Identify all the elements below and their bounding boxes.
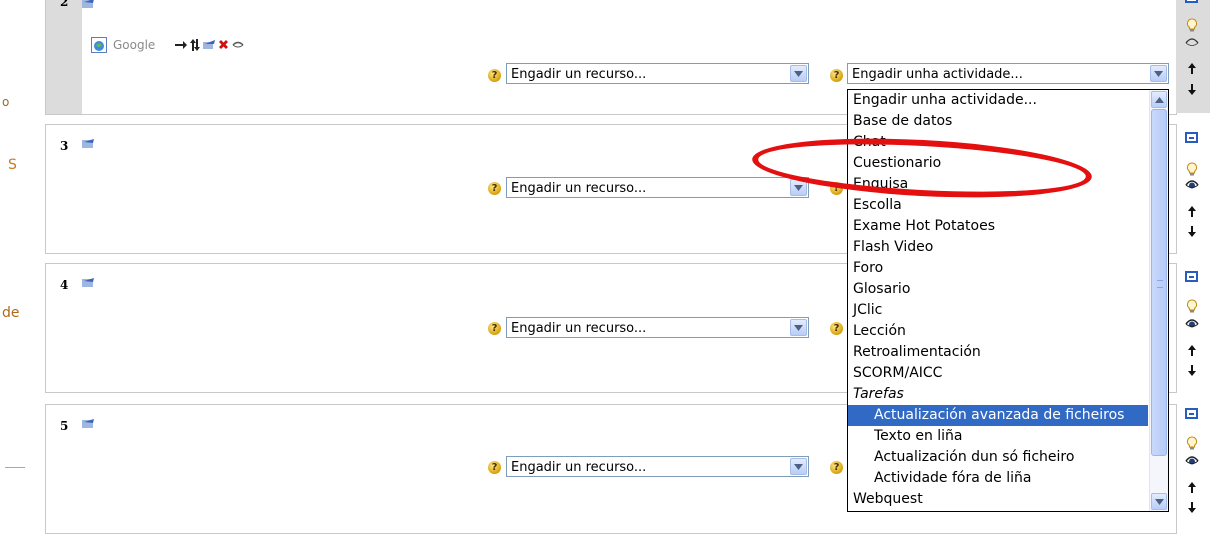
help-icon[interactable]: ?	[830, 322, 843, 335]
activity-option[interactable]: Texto en liña	[848, 426, 1148, 447]
section-number: 3	[60, 139, 69, 153]
collapse-icon[interactable]	[1185, 271, 1198, 282]
move-down-icon[interactable]	[1187, 365, 1197, 376]
edit-icon[interactable]	[82, 419, 95, 429]
section-number: 4	[60, 278, 69, 292]
activity-option[interactable]: Base de datos	[848, 111, 1148, 132]
google-resource[interactable]: Google	[91, 37, 244, 53]
eye-icon[interactable]	[1185, 454, 1199, 466]
scroll-down-button[interactable]	[1151, 493, 1167, 510]
activity-option[interactable]: SCORM/AICC	[848, 363, 1148, 384]
add-activity-select[interactable]: Engadir unha actividade...	[847, 63, 1169, 84]
help-icon[interactable]: ?	[488, 69, 501, 82]
add-activity-select-value: Engadir unha actividade...	[852, 67, 1023, 82]
activity-option[interactable]: Exame Hot Potatoes	[848, 216, 1148, 237]
highlight-icon[interactable]	[1186, 436, 1198, 450]
hide-icon[interactable]	[1185, 36, 1199, 48]
scroll-up-button[interactable]	[1151, 91, 1167, 108]
google-resource-label[interactable]: Google	[113, 38, 155, 52]
move-right-icon[interactable]	[175, 40, 188, 50]
activity-option[interactable]: Actividade fóra de liña	[848, 468, 1148, 489]
left-fragment: o	[2, 95, 10, 109]
highlight-icon[interactable]	[1186, 162, 1198, 176]
chevron-down-icon[interactable]	[790, 319, 807, 336]
web-page-icon	[91, 37, 107, 53]
grip-icon	[1157, 280, 1163, 288]
help-icon[interactable]: ?	[830, 461, 843, 474]
section-number: 2	[60, 0, 69, 9]
help-icon[interactable]: ?	[488, 182, 501, 195]
add-resource-select-value: Engadir un recurso...	[511, 460, 647, 475]
left-fragment: S	[8, 157, 17, 173]
dropdown-scrollbar[interactable]	[1149, 90, 1168, 511]
activity-option[interactable]: Foro	[848, 258, 1148, 279]
highlight-icon[interactable]	[1186, 18, 1198, 32]
section-number: 5	[60, 419, 69, 433]
help-icon[interactable]: ?	[830, 69, 843, 82]
chevron-down-icon[interactable]	[1150, 65, 1167, 82]
move-down-icon[interactable]	[1187, 84, 1197, 95]
section-controls-4	[1176, 263, 1210, 391]
edit-icon[interactable]	[203, 40, 216, 50]
add-resource-select-value: Engadir un recurso...	[511, 321, 647, 336]
activity-option[interactable]: Retroalimentación	[848, 342, 1148, 363]
hide-icon[interactable]	[232, 41, 244, 49]
edit-icon[interactable]	[82, 139, 95, 149]
edit-icon[interactable]	[82, 0, 95, 9]
collapse-icon[interactable]	[1185, 132, 1198, 143]
activity-option[interactable]: Lección	[848, 321, 1148, 342]
move-up-icon[interactable]	[1187, 206, 1197, 217]
move-down-icon[interactable]	[1187, 226, 1197, 237]
chevron-down-icon[interactable]	[790, 458, 807, 475]
collapse-icon[interactable]	[1185, 0, 1198, 3]
move-down-icon[interactable]	[1187, 502, 1197, 513]
move-up-icon[interactable]	[1187, 345, 1197, 356]
left-fragment: de	[2, 305, 20, 321]
activity-option[interactable]: Engadir unha actividade...	[848, 90, 1148, 111]
left-divider	[5, 467, 25, 468]
help-icon[interactable]: ?	[488, 461, 501, 474]
add-resource-select-value: Engadir un recurso...	[511, 181, 647, 196]
chevron-down-icon[interactable]	[790, 65, 807, 82]
activity-option[interactable]: Escolla	[848, 195, 1148, 216]
section-controls-5	[1176, 404, 1210, 524]
add-resource-select[interactable]: Engadir un recurso...	[506, 63, 809, 84]
option-group-label: Tarefas	[853, 386, 904, 402]
eye-icon[interactable]	[1185, 317, 1199, 329]
add-resource-select[interactable]: Engadir un recurso...	[506, 177, 809, 198]
move-icon[interactable]	[190, 39, 201, 51]
activity-option[interactable]: Flash Video	[848, 237, 1148, 258]
section-controls-2	[1176, 0, 1210, 113]
move-up-icon[interactable]	[1187, 63, 1197, 74]
highlight-icon[interactable]	[1186, 299, 1198, 313]
delete-icon[interactable]	[218, 39, 229, 51]
move-up-icon[interactable]	[1187, 482, 1197, 493]
activity-option[interactable]: Webquest	[848, 489, 1148, 510]
edit-icon[interactable]	[82, 278, 95, 288]
activity-option[interactable]: Glosario	[848, 279, 1148, 300]
activity-option[interactable]: Actualización dun só ficheiro	[848, 447, 1148, 468]
activity-option[interactable]: JClic	[848, 300, 1148, 321]
activity-option[interactable]: Actualización avanzada de ficheiros	[848, 405, 1148, 426]
add-resource-select[interactable]: Engadir un recurso...	[506, 317, 809, 338]
collapse-icon[interactable]	[1185, 408, 1198, 419]
scroll-thumb[interactable]	[1151, 109, 1167, 456]
add-resource-select-value: Engadir un recurso...	[511, 67, 647, 82]
section-controls-3	[1176, 124, 1210, 252]
eye-icon[interactable]	[1185, 178, 1199, 190]
add-resource-select[interactable]: Engadir un recurso...	[506, 456, 809, 477]
help-icon[interactable]: ?	[488, 322, 501, 335]
section-side	[46, 0, 82, 114]
